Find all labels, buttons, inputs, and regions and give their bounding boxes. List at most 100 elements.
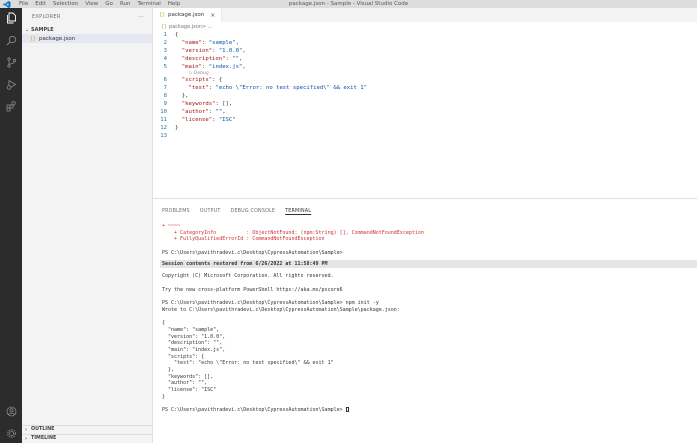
tab-output[interactable]: OUTPUT [200, 209, 221, 214]
breadcrumb-rest[interactable]: > ... [202, 24, 213, 30]
line-number: 7 [163, 85, 167, 92]
line-text: "name": "sample", [181, 39, 240, 46]
terminal-json-line: "main": "index.js", [162, 347, 226, 353]
terminal-json-line: { [162, 320, 166, 327]
line-number: 1 [163, 32, 167, 38]
json-file-icon: {} [30, 35, 37, 42]
file-item-package-json[interactable]: {} package.json [22, 34, 152, 43]
close-icon[interactable]: × [210, 12, 215, 19]
terminal-json-line: }, [162, 367, 175, 374]
extensions-icon[interactable] [4, 99, 18, 113]
explorer-more-button[interactable]: ··· [138, 14, 144, 20]
terminal-prompt: PS C:\Users\pavithradevi.c\Desktop\Cypre… [162, 249, 343, 256]
outline-section[interactable]: › OUTLINE [22, 425, 153, 433]
panel-tabs: PROBLEMS OUTPUT DEBUG CONSOLE TERMINAL [153, 199, 697, 223]
tab-package-json[interactable]: {} package.json × [153, 8, 223, 22]
search-icon[interactable] [4, 33, 18, 47]
terminal-json-line: "author": "", [162, 380, 208, 387]
code-line: 7 "test": "echo \"Error: no test specifi… [153, 85, 697, 93]
code-line: 5 "main": "index.js", [153, 64, 697, 72]
run-debug-icon[interactable] [4, 77, 18, 91]
tab-terminal[interactable]: TERMINAL [285, 209, 311, 214]
line-number: 10 [160, 109, 167, 116]
terminal-line: Wrote to C:\Users\pavithradevi.c\Desktop… [162, 306, 400, 313]
line-text: "description": "", [181, 55, 243, 62]
menu-view[interactable]: View [85, 1, 98, 7]
line-number: 9 [163, 101, 167, 108]
vscode-logo-icon [0, 0, 14, 8]
line-number: 5 [163, 63, 167, 70]
terminal-json-line: "description": "", [162, 340, 223, 347]
terminal-error-line: + FullyQualifiedErrorId : CommandNotFoun… [162, 236, 325, 243]
code-line: 4 "description": "", [153, 56, 697, 64]
menu-bar: File Edit Selection View Go Run Terminal… [14, 1, 180, 7]
line-text: "license": "ISC" [181, 116, 236, 123]
file-label: package.json [39, 35, 76, 42]
code-line: 13 [153, 133, 697, 141]
terminal-json-line: "keywords": [], [162, 373, 214, 380]
menu-run[interactable]: Run [120, 1, 131, 7]
line-text: { [175, 32, 179, 38]
outline-label: OUTLINE [31, 427, 55, 432]
line-text: "keywords": [], [181, 101, 233, 108]
menu-selection[interactable]: Selection [53, 1, 78, 7]
line-text: } [175, 124, 179, 131]
code-line: 10 "author": "", [153, 109, 697, 117]
terminal-final-prompt: PS C:\Users\pavithradevi.c\Desktop\Cypre… [162, 407, 697, 414]
terminal-json-line: "scripts": { [162, 353, 205, 360]
timeline-section[interactable]: › TIMELINE [22, 434, 153, 442]
code-line: 6 "scripts": { [153, 77, 697, 85]
folder-label: SAMPLE [31, 26, 54, 33]
terminal-output[interactable]: + ~~~~ + CategoryInfo : ObjectNotFound: … [153, 223, 697, 414]
explorer-icon[interactable] [4, 11, 18, 25]
accounts-icon[interactable] [4, 404, 18, 418]
code-line: 8 }, [153, 93, 697, 101]
line-text: "scripts": { [181, 77, 223, 84]
activity-bar [0, 8, 22, 443]
tab-debug-console[interactable]: DEBUG CONSOLE [231, 209, 276, 214]
code-line: 2 "name": "sample", [153, 40, 697, 48]
explorer-header: EXPLORER ··· [22, 8, 152, 25]
editor-tabs: {} package.json × [153, 8, 697, 22]
session-restored-banner: Session contents restored from 6/26/2022… [160, 260, 697, 269]
tab-label: package.json [168, 12, 205, 18]
terminal-json-line: "name": "sample", [162, 326, 220, 333]
terminal-json-line: } [162, 393, 166, 400]
editor-area: {} package.json × {} package.json > ... … [153, 8, 697, 198]
tab-problems[interactable]: PROBLEMS [162, 209, 190, 214]
code-line: 3 "version": "1.0.0", [153, 48, 697, 56]
terminal-json-output: { "name": "sample", "version": "1.0.0", … [162, 320, 697, 400]
menu-file[interactable]: File [19, 1, 28, 7]
terminal-error-line: + ~~~~ [162, 223, 181, 229]
code-editor[interactable]: 1{2 "name": "sample", 3 "version": "1.0.0… [153, 32, 697, 141]
line-text: }, [175, 93, 189, 100]
source-control-icon[interactable] [4, 55, 18, 69]
json-file-icon: {} [161, 24, 168, 30]
code-line: 9 "keywords": [], [153, 101, 697, 109]
line-number: 6 [163, 77, 167, 84]
code-line: 11 "license": "ISC" [153, 117, 697, 125]
folder-sample[interactable]: ⌄ SAMPLE [22, 25, 152, 34]
terminal-command-line: PS C:\Users\pavithradevi.c\Desktop\Cypre… [162, 300, 379, 307]
line-number: 8 [163, 93, 167, 100]
menu-terminal[interactable]: Terminal [137, 1, 160, 7]
manage-gear-icon[interactable] [4, 426, 18, 440]
title-bar: File Edit Selection View Go Run Terminal… [0, 0, 697, 8]
menu-help[interactable]: Help [168, 1, 181, 7]
line-number: 4 [163, 55, 167, 62]
breadcrumb-file[interactable]: package.json [169, 24, 202, 30]
menu-edit[interactable]: Edit [35, 1, 46, 7]
line-text: "version": "1.0.0", [181, 47, 246, 54]
code-line: 1{ [153, 32, 697, 40]
json-file-icon: {} [159, 12, 166, 18]
code-line: 12} [153, 125, 697, 133]
line-text: "test": "echo \"Error: no test specified… [188, 85, 368, 92]
explorer-sidebar: EXPLORER ··· ⌄ SAMPLE {} package.json › … [22, 8, 153, 443]
line-text: "main": "index.js", [181, 63, 246, 70]
terminal-json-line: "license": "ISC" [162, 387, 217, 394]
terminal-json-line: "version": "1.0.0", [162, 333, 226, 340]
terminal-prompt-text: PS C:\Users\pavithradevi.c\Desktop\Cypre… [162, 407, 346, 414]
breadcrumb: {} package.json > ... [153, 22, 697, 32]
menu-go[interactable]: Go [105, 1, 113, 7]
line-number: 11 [160, 116, 167, 123]
